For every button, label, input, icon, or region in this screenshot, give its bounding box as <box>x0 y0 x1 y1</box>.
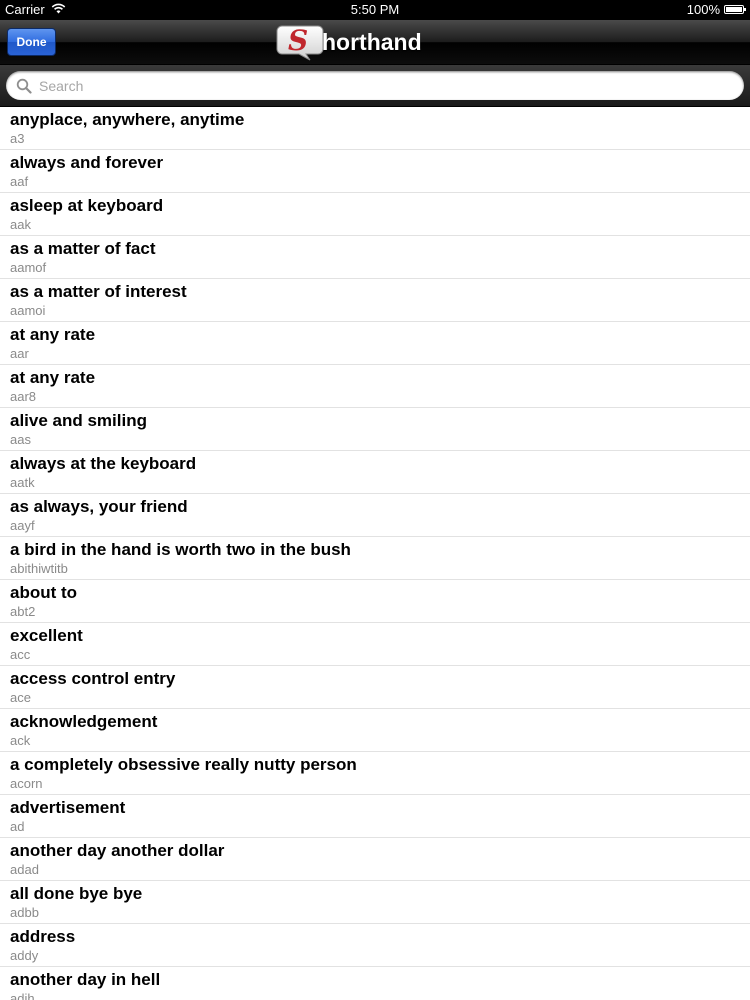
list-item[interactable]: about to abt2 <box>0 580 750 623</box>
logo-letter: S <box>288 24 309 57</box>
list-item[interactable]: advertisement ad <box>0 795 750 838</box>
entry-phrase: at any rate <box>10 368 96 387</box>
entry-abbreviation: acorn <box>10 776 43 791</box>
entry-phrase: advertisement <box>10 798 126 817</box>
navigation-bar: Done S horthand <box>0 20 750 65</box>
list-item[interactable]: access control entry ace <box>0 666 750 709</box>
entry-phrase: another day another dollar <box>10 841 225 860</box>
entry-phrase: address <box>10 927 76 946</box>
entry-abbreviation: acc <box>10 647 31 662</box>
entry-abbreviation: aamoi <box>10 303 46 318</box>
done-button[interactable]: Done <box>7 28 56 56</box>
entry-abbreviation: ace <box>10 690 31 705</box>
entry-abbreviation: aayf <box>10 518 35 533</box>
entry-phrase: at any rate <box>10 325 96 344</box>
list-item[interactable]: alive and smiling aas <box>0 408 750 451</box>
battery-icon <box>724 5 746 14</box>
entry-abbreviation: aas <box>10 432 31 447</box>
entry-phrase: all done bye bye <box>10 884 143 903</box>
list-item[interactable]: as a matter of interest aamoi <box>0 279 750 322</box>
entry-phrase: acknowledgement <box>10 712 158 731</box>
entry-phrase: a bird in the hand is worth two in the b… <box>10 540 351 559</box>
list-item[interactable]: at any rate aar8 <box>0 365 750 408</box>
entry-abbreviation: abt2 <box>10 604 36 619</box>
list-item[interactable]: anyplace, anywhere, anytime a3 <box>0 107 750 150</box>
list-item[interactable]: another day another dollar adad <box>0 838 750 881</box>
list-item[interactable]: always at the keyboard aatk <box>0 451 750 494</box>
list-item[interactable]: asleep at keyboard aak <box>0 193 750 236</box>
shorthand-list[interactable]: anyplace, anywhere, anytime a3 always and … <box>0 107 750 1000</box>
list-item[interactable]: excellent acc <box>0 623 750 666</box>
list-item[interactable]: as a matter of fact aamof <box>0 236 750 279</box>
entry-phrase: anyplace, anywhere, anytime <box>10 110 245 129</box>
list-item[interactable]: as always, your friend aayf <box>0 494 750 537</box>
entry-phrase: always at the keyboard <box>10 454 197 473</box>
entry-abbreviation: aak <box>10 217 31 232</box>
battery-percent: 100% <box>686 2 720 17</box>
entry-abbreviation: aaf <box>10 174 29 189</box>
list-item[interactable]: another day in hell adih <box>0 967 750 1000</box>
app-logo: S horthand <box>276 23 422 61</box>
entry-abbreviation: aatk <box>10 475 35 490</box>
list-item[interactable]: all done bye bye adbb <box>0 881 750 924</box>
list-item[interactable]: acknowledgement ack <box>0 709 750 752</box>
entry-phrase: always and forever <box>10 153 164 172</box>
clock: 5:50 PM <box>350 2 400 17</box>
list-item[interactable]: a bird in the hand is worth two in the b… <box>0 537 750 580</box>
entry-abbreviation: adad <box>10 862 39 877</box>
entry-abbreviation: aamof <box>10 260 47 275</box>
entry-abbreviation: adih <box>10 991 35 1000</box>
search-input[interactable] <box>37 76 721 95</box>
entry-phrase: another day in hell <box>10 970 161 989</box>
app-title: horthand <box>322 28 422 55</box>
entry-abbreviation: aar8 <box>10 389 37 404</box>
entry-phrase: as a matter of fact <box>10 239 156 258</box>
entry-abbreviation: aar <box>10 346 29 361</box>
entry-abbreviation: adbb <box>10 905 39 920</box>
search-bar <box>0 65 750 107</box>
list-item[interactable]: address addy <box>0 924 750 967</box>
battery-indicator: 100% <box>686 2 746 17</box>
list-item[interactable]: a completely obsessive really nutty pers… <box>0 752 750 795</box>
entry-phrase: about to <box>10 583 78 602</box>
entry-phrase: access control entry <box>10 669 176 688</box>
entry-phrase: alive and smiling <box>10 411 147 430</box>
list-item[interactable]: always and forever aaf <box>0 150 750 193</box>
search-field[interactable] <box>6 71 744 100</box>
status-bar: Carrier 5:50 PM 100% <box>0 0 750 20</box>
entry-abbreviation: addy <box>10 948 39 963</box>
entry-phrase: as always, your friend <box>10 497 188 516</box>
speech-bubble-logo-icon: S <box>276 23 324 61</box>
entry-phrase: asleep at keyboard <box>10 196 164 215</box>
entry-abbreviation: abithiwtitb <box>10 561 68 576</box>
entry-phrase: excellent <box>10 626 83 645</box>
entry-abbreviation: ad <box>10 819 25 834</box>
list-item[interactable]: at any rate aar <box>0 322 750 365</box>
entry-abbreviation: ack <box>10 733 31 748</box>
entry-phrase: as a matter of interest <box>10 282 187 301</box>
entry-abbreviation: a3 <box>10 131 25 146</box>
search-icon <box>16 78 32 94</box>
entry-phrase: a completely obsessive really nutty pers… <box>10 755 357 774</box>
